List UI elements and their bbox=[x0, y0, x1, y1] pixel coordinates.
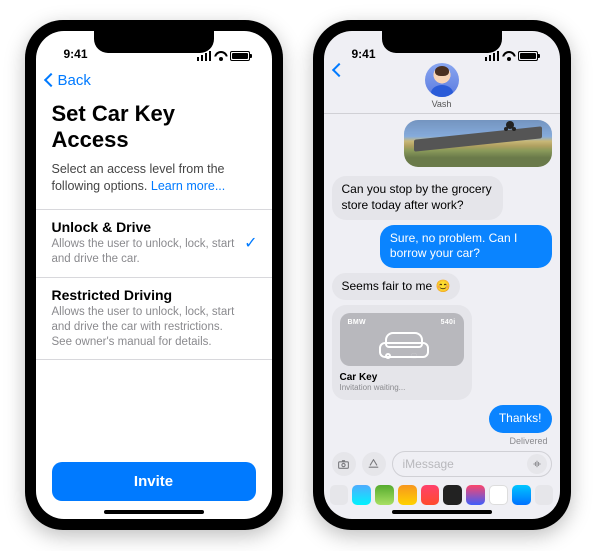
option-desc: Allows the user to unlock, lock, start a… bbox=[52, 237, 256, 267]
key-card-status: Invitation waiting... bbox=[340, 383, 464, 392]
option-title: Unlock & Drive bbox=[52, 219, 256, 235]
app-shortcut[interactable] bbox=[375, 485, 394, 505]
cellular-icon bbox=[197, 51, 212, 61]
cellular-icon bbox=[485, 51, 500, 61]
message-input[interactable]: iMessage bbox=[392, 451, 552, 477]
wifi-icon bbox=[214, 51, 228, 61]
home-indicator[interactable] bbox=[104, 510, 204, 514]
battery-icon bbox=[518, 51, 538, 61]
messages-header: Vash bbox=[324, 63, 560, 114]
input-placeholder: iMessage bbox=[403, 457, 454, 471]
key-tile: BMW 540i bbox=[340, 313, 464, 366]
screen-settings: 9:41 Back Set Car Key Access Select an a… bbox=[36, 31, 272, 519]
message-in[interactable]: Seems fair to me 😊 bbox=[332, 273, 461, 301]
contact-name: Vash bbox=[324, 99, 560, 109]
waveform-icon bbox=[532, 459, 542, 469]
message-out[interactable]: Thanks! bbox=[489, 405, 552, 433]
back-label: Back bbox=[58, 72, 91, 89]
contact-avatar[interactable] bbox=[425, 63, 459, 97]
battery-icon bbox=[230, 51, 250, 61]
option-desc: Allows the user to unlock, lock, start a… bbox=[52, 305, 256, 350]
app-shortcut[interactable] bbox=[466, 485, 485, 505]
car-icon bbox=[379, 332, 425, 356]
invite-button[interactable]: Invite bbox=[52, 462, 256, 501]
appstore-icon bbox=[367, 458, 380, 471]
screen-messages: 9:41 Vash Can you stop by the grocery st… bbox=[324, 31, 560, 519]
phone-right: 9:41 Vash Can you stop by the grocery st… bbox=[313, 20, 571, 530]
page-subtitle: Select an access level from the followin… bbox=[52, 161, 256, 195]
app-shortcut[interactable] bbox=[535, 485, 554, 505]
content: Set Car Key Access Select an access leve… bbox=[36, 97, 272, 519]
key-model: 540i bbox=[441, 319, 456, 326]
chevron-left-icon bbox=[43, 73, 57, 87]
app-shortcut[interactable] bbox=[489, 485, 508, 505]
message-in[interactable]: Can you stop by the grocery store today … bbox=[332, 176, 504, 219]
status-indicators bbox=[485, 51, 542, 61]
learn-more-link[interactable]: Learn more... bbox=[151, 179, 225, 193]
nav-bar: Back bbox=[36, 63, 272, 97]
app-shortcut[interactable] bbox=[512, 485, 531, 505]
status-indicators bbox=[197, 51, 254, 61]
car-key-card[interactable]: BMW 540i Car Key Invitation waiting... bbox=[332, 305, 472, 400]
phone-left: 9:41 Back Set Car Key Access Select an a… bbox=[25, 20, 283, 530]
checkmark-icon: ✓ bbox=[244, 233, 257, 253]
status-time: 9:41 bbox=[342, 47, 376, 61]
option-title: Restricted Driving bbox=[52, 287, 256, 303]
key-brand: BMW bbox=[348, 319, 366, 326]
app-shortcut[interactable] bbox=[421, 485, 440, 505]
emoji-smile-icon: 😊 bbox=[436, 279, 451, 293]
wifi-icon bbox=[502, 51, 516, 61]
app-shortcut[interactable] bbox=[398, 485, 417, 505]
message-thread[interactable]: Can you stop by the grocery store today … bbox=[324, 114, 560, 446]
app-shortcut[interactable] bbox=[352, 485, 371, 505]
page-title: Set Car Key Access bbox=[52, 101, 256, 153]
back-button[interactable]: Back bbox=[46, 72, 91, 89]
option-unlock-drive[interactable]: Unlock & Drive Allows the user to unlock… bbox=[36, 209, 272, 277]
apps-button[interactable] bbox=[362, 452, 386, 476]
input-bar: iMessage bbox=[324, 446, 560, 482]
chevron-left-icon bbox=[331, 63, 345, 77]
app-shortcut[interactable] bbox=[330, 485, 349, 505]
delivered-label: Delivered bbox=[509, 436, 547, 446]
access-options: Unlock & Drive Allows the user to unlock… bbox=[36, 209, 272, 361]
option-restricted[interactable]: Restricted Driving Allows the user to un… bbox=[36, 277, 272, 361]
status-bar: 9:41 bbox=[324, 31, 560, 63]
dictate-button[interactable] bbox=[527, 454, 547, 474]
camera-icon bbox=[337, 458, 350, 471]
home-indicator[interactable] bbox=[392, 510, 492, 514]
status-bar: 9:41 bbox=[36, 31, 272, 63]
key-card-title: Car Key bbox=[340, 372, 464, 383]
app-shortcut[interactable] bbox=[443, 485, 462, 505]
camera-button[interactable] bbox=[332, 452, 356, 476]
image-attachment[interactable] bbox=[404, 120, 552, 167]
message-out[interactable]: Sure, no problem. Can I borrow your car? bbox=[380, 225, 552, 268]
back-button[interactable] bbox=[334, 65, 344, 75]
status-time: 9:41 bbox=[54, 47, 88, 61]
